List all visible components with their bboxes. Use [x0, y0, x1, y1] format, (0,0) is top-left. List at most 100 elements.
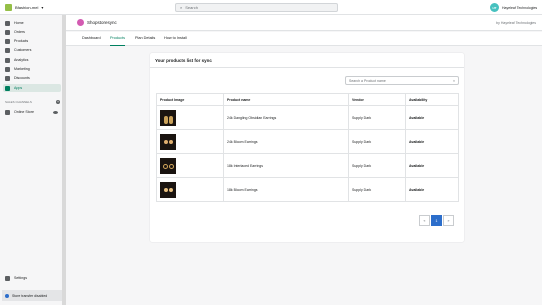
add-channel-icon[interactable]: +: [56, 100, 60, 104]
availability: Available: [405, 153, 459, 178]
sidebar-item-label: Discounts: [14, 76, 30, 80]
sidebar-scrollbar[interactable]: [62, 15, 66, 305]
table-row[interactable]: 24k Bloom Earrings Supply Dark Available: [156, 129, 459, 154]
sidebar-item-label: Orders: [14, 30, 25, 34]
sidebar-item-label: Products: [14, 39, 29, 43]
sidebar-item-label: Customers: [14, 48, 32, 52]
products-card: Your products list for sync Search a Pro…: [150, 53, 464, 242]
column-header: Product name: [223, 93, 349, 106]
table-row[interactable]: 24k Dangling Obsidian Earrings Supply Da…: [156, 105, 459, 130]
page-button-current[interactable]: 1: [431, 215, 442, 226]
bloom-earrings-thumb: [160, 133, 176, 150]
sidebar-item-settings[interactable]: Settings: [3, 274, 61, 282]
shopify-logo-icon: [5, 4, 12, 11]
info-icon: [5, 293, 9, 298]
vendor: Supply Dark: [348, 177, 406, 202]
sidebar-item-products[interactable]: Products: [3, 37, 61, 45]
customers-icon: [5, 47, 10, 53]
availability: Available: [405, 129, 459, 154]
top-bar: Bfashion-mel ▾ ⌕ Search HT Hayeleaf Tech…: [0, 0, 542, 15]
app-header: Shopstoresync by Hayeleaf Technologies: [66, 15, 542, 31]
table-header-row: Product Image Product name Vendor Availa…: [156, 93, 459, 106]
sidebar-item-marketing[interactable]: Marketing: [3, 65, 61, 73]
vendor: Supply Dark: [348, 105, 406, 130]
next-page-button[interactable]: »: [443, 215, 454, 226]
sidebar-item-customers[interactable]: Customers: [3, 46, 61, 54]
interlaced-earrings-thumb: [160, 157, 176, 174]
card-title: Your products list for sync: [155, 58, 212, 63]
global-search-input[interactable]: ⌕ Search: [175, 3, 338, 12]
vendor: Supply Dark: [348, 129, 406, 154]
pagination: « 1 »: [419, 215, 454, 226]
online-store-icon: [5, 109, 10, 115]
tab-plan-details[interactable]: Plan Details: [135, 36, 155, 46]
sales-channels-label: SALES CHANNELS: [5, 100, 32, 104]
product-name: 18k Interlaced Earrings: [223, 153, 349, 178]
sidebar-item-online-store[interactable]: Online Store: [3, 108, 61, 116]
sidebar-item-orders[interactable]: Orders: [3, 28, 61, 36]
sidebar-item-home[interactable]: Home: [3, 19, 61, 27]
earring-icon: [169, 139, 173, 144]
store-transfer-label: Store transfer disabled: [12, 293, 48, 298]
divider: [150, 67, 464, 68]
app-tabs: Dashboard Products Plan Details How to I…: [66, 32, 542, 46]
product-name: 24k Bloom Earrings: [223, 129, 349, 154]
column-header: Availability: [405, 93, 459, 106]
sidebar-item-label: Online Store: [14, 110, 34, 114]
apps-icon: [5, 85, 10, 91]
chevron-down-icon: ▾: [41, 5, 44, 10]
sidebar-item-label: Apps: [14, 86, 23, 90]
tab-how-to-install[interactable]: How to Install: [164, 36, 187, 46]
home-icon: [5, 20, 10, 26]
product-name: 24k Dangling Obsidian Earrings: [223, 105, 349, 130]
tab-dashboard[interactable]: Dashboard: [82, 36, 101, 46]
tab-products[interactable]: Products: [110, 36, 125, 46]
app-title: Shopstoresync: [87, 20, 117, 25]
user-menu[interactable]: HT Hayeleaf Technologies: [490, 3, 537, 12]
earring-icon: [164, 139, 168, 144]
sales-channels-heading: SALES CHANNELS +: [5, 100, 60, 104]
app-author: by Hayeleaf Technologies: [496, 21, 536, 25]
sidebar-item-apps[interactable]: Apps: [3, 84, 61, 92]
sidebar-item-label: Home: [14, 21, 24, 25]
orders-icon: [5, 29, 10, 35]
sidebar-item-analytics[interactable]: Analytics: [3, 56, 61, 64]
search-placeholder: Search: [185, 5, 198, 10]
column-header: Vendor: [348, 93, 406, 106]
user-name: Hayeleaf Technologies: [502, 5, 538, 10]
vendor: Supply Dark: [348, 153, 406, 178]
store-name: Bfashion-mel: [15, 5, 39, 10]
earring-icon: [169, 163, 174, 169]
marketing-icon: [5, 66, 10, 72]
eye-icon[interactable]: [53, 110, 58, 114]
availability: Available: [405, 177, 459, 202]
product-name: 18k Bloom Earrings: [223, 177, 349, 202]
store-selector[interactable]: Bfashion-mel ▾: [15, 5, 43, 10]
bloom-earrings-thumb: [160, 181, 176, 198]
search-icon: ⌕: [180, 5, 183, 10]
clear-icon[interactable]: ×: [453, 79, 455, 83]
gear-icon: [5, 275, 10, 281]
products-table: Product Image Product name Vendor Availa…: [156, 93, 459, 202]
prev-page-button[interactable]: «: [419, 215, 430, 226]
discounts-icon: [5, 75, 10, 81]
sidebar-item-label: Marketing: [14, 67, 30, 71]
earring-icon: [164, 187, 168, 192]
analytics-icon: [5, 57, 10, 63]
avatar: HT: [490, 3, 499, 12]
earring-icon: [164, 115, 168, 124]
tag-icon: [5, 38, 10, 44]
product-search-input[interactable]: Search a Product name ×: [345, 76, 459, 85]
store-transfer-banner[interactable]: Store transfer disabled: [2, 290, 62, 301]
dangling-earrings-thumb: [160, 109, 176, 126]
table-row[interactable]: 18k Interlaced Earrings Supply Dark Avai…: [156, 153, 459, 178]
availability: Available: [405, 105, 459, 130]
sidebar-item-label: Settings: [14, 276, 27, 280]
earring-icon: [169, 187, 173, 192]
sidebar-item-discounts[interactable]: Discounts: [3, 74, 61, 82]
earring-icon: [163, 163, 168, 169]
column-header: Product Image: [156, 93, 224, 106]
table-row[interactable]: 18k Bloom Earrings Supply Dark Available: [156, 177, 459, 202]
earring-icon: [169, 115, 173, 124]
sidebar-item-label: Analytics: [14, 58, 29, 62]
